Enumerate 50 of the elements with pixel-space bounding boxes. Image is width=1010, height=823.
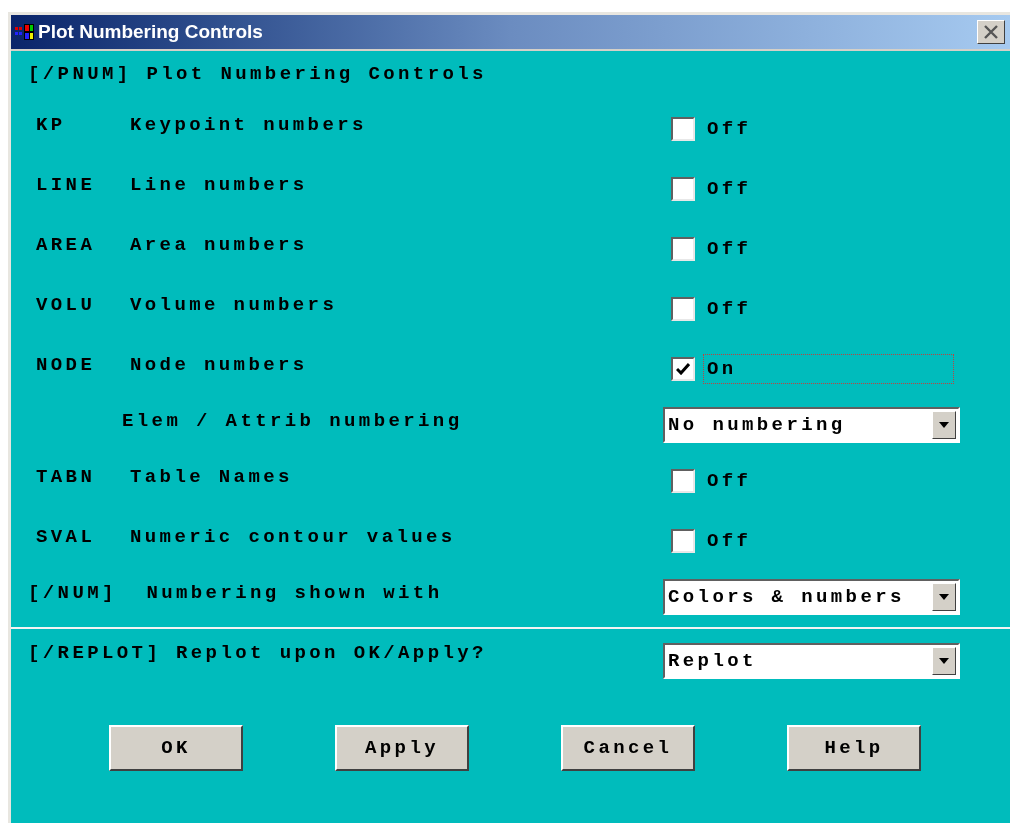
dialog-button[interactable]: Cancel	[561, 725, 695, 771]
state-label: Off	[706, 529, 753, 554]
checkbox[interactable]	[671, 357, 695, 381]
dropdown[interactable]: No numbering	[663, 407, 960, 443]
dialog-button[interactable]: OK	[109, 725, 243, 771]
checkbox[interactable]	[671, 529, 695, 553]
state-label: On	[703, 354, 954, 384]
field-code: TABN	[36, 464, 97, 490]
field-code: AREA	[36, 232, 97, 258]
close-button[interactable]	[977, 20, 1005, 44]
close-icon	[983, 25, 999, 39]
dialog-heading: [/PNUM] Plot Numbering Controls	[28, 63, 487, 85]
caret-icon	[939, 594, 949, 600]
state-label: Off	[706, 469, 753, 494]
field-code: LINE	[36, 172, 97, 198]
dropdown-arrow-button[interactable]	[932, 583, 956, 611]
checkbox[interactable]	[671, 177, 695, 201]
caret-icon	[939, 422, 949, 428]
field-label: Volume numbers	[130, 292, 339, 318]
checkmark-icon	[676, 363, 690, 375]
window-title: Plot Numbering Controls	[38, 19, 263, 44]
dialog-button[interactable]: Apply	[335, 725, 469, 771]
field-label: Line numbers	[130, 172, 309, 198]
field-code: VOLU	[36, 292, 97, 318]
caret-icon	[939, 658, 949, 664]
field-label: Elem / Attrib numbering	[121, 408, 464, 434]
dropdown-arrow-button[interactable]	[932, 411, 956, 439]
app-icon	[15, 23, 35, 41]
state-label: Off	[706, 177, 753, 202]
dialog-button[interactable]: Help	[787, 725, 921, 771]
field-code: SVAL	[36, 524, 97, 550]
checkbox[interactable]	[671, 469, 695, 493]
field-code: NODE	[36, 352, 97, 378]
field-label: Numeric contour values	[130, 524, 457, 550]
checkbox[interactable]	[671, 117, 695, 141]
field-label: Keypoint numbers	[130, 112, 368, 138]
field-code: KP	[36, 112, 67, 138]
field-label: Area numbers	[130, 232, 309, 258]
checkbox[interactable]	[671, 237, 695, 261]
state-label: Off	[706, 117, 753, 142]
field-label: Table Names	[130, 464, 294, 490]
dropdown[interactable]: Colors & numbers	[663, 579, 960, 615]
dropdown[interactable]: Replot	[663, 643, 960, 679]
field-label: Node numbers	[130, 352, 309, 378]
dropdown-arrow-button[interactable]	[932, 647, 956, 675]
state-label: Off	[706, 297, 753, 322]
checkbox[interactable]	[671, 297, 695, 321]
field-label: [/NUM] Numbering shown with	[28, 580, 444, 606]
field-label: [/REPLOT] Replot upon OK/Apply?	[28, 641, 488, 666]
state-label: Off	[706, 237, 753, 262]
